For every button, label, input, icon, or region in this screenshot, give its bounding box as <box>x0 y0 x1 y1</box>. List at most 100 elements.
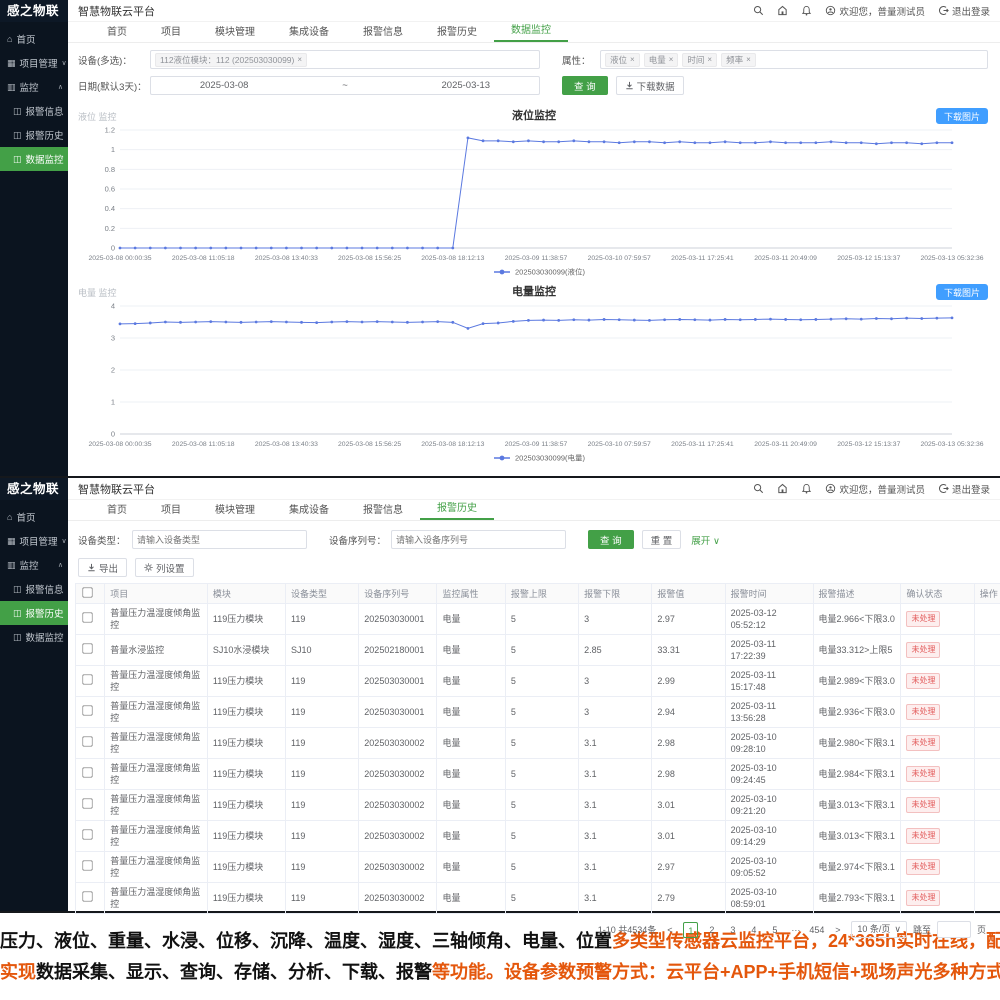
row-checkbox[interactable] <box>82 736 93 747</box>
tab-报警历史[interactable]: 报警历史 <box>420 24 494 42</box>
row-checkbox[interactable] <box>82 829 93 840</box>
row-checkbox[interactable] <box>82 643 93 654</box>
sidebar-item-alarm-info[interactable]: ◫ 报警信息 <box>0 99 68 123</box>
sidebar-item-alarm-history[interactable]: ◫ 报警历史 <box>0 601 68 625</box>
sidebar-item-label: 报警信息 <box>25 107 64 118</box>
next-page-button[interactable]: > <box>830 922 845 938</box>
page-button[interactable]: 454 <box>809 922 824 938</box>
svg-text:2025-03-11 17:25:41: 2025-03-11 17:25:41 <box>671 255 734 262</box>
tag-close-icon[interactable]: × <box>297 54 302 66</box>
attribute-multiselect[interactable]: 液位 × 电量 × 时间 × 频率 × <box>600 50 988 69</box>
row-checkbox[interactable] <box>82 860 93 871</box>
select-all-checkbox[interactable] <box>82 587 93 598</box>
main-area: 智慧物联云平台 欢迎您，普量测试员 退出登录 首页 项目 模块管理 集成设备 报警信息报… <box>68 0 1000 476</box>
row-checkbox[interactable] <box>82 798 93 809</box>
tab-数据监控[interactable]: 数据监控 <box>494 22 568 42</box>
page-button[interactable]: 3 <box>725 922 740 938</box>
tab-首页[interactable]: 首页 <box>90 24 144 42</box>
status-badge[interactable]: 未处理 <box>906 766 941 782</box>
sidebar-item-projects[interactable]: ▦ 项目管理 ∨ <box>0 51 68 75</box>
status-badge[interactable]: 未处理 <box>906 642 941 658</box>
page-size-select[interactable]: 10 条/页 ∨ <box>851 921 907 938</box>
page-button[interactable]: 1 <box>683 921 699 938</box>
tab-报警信息[interactable]: 报警信息 <box>346 24 420 42</box>
tab-集成设备[interactable]: 集成设备 <box>272 502 346 520</box>
welcome-user[interactable]: 欢迎您，普量测试员 <box>825 4 925 18</box>
status-badge[interactable]: 未处理 <box>906 673 941 689</box>
app-title: 智慧物联云平台 <box>78 5 155 18</box>
status-badge[interactable]: 未处理 <box>906 828 941 844</box>
sidebar-item-monitor[interactable]: ▥ 监控 ∧ <box>0 75 68 99</box>
cell-op <box>973 727 1000 759</box>
sidebar-item-home[interactable]: ⌂ 首页 <box>0 505 68 529</box>
sidebar-item-data-monitor[interactable]: ◫ 数据监控 <box>0 147 68 171</box>
search-icon[interactable] <box>753 483 764 494</box>
sidebar-item-alarm-history[interactable]: ◫ 报警历史 <box>0 123 68 147</box>
sidebar-item-home[interactable]: ⌂ 首页 <box>0 27 68 51</box>
cell-lower: 3.1 <box>578 758 653 790</box>
tab-模块管理[interactable]: 模块管理 <box>198 24 272 42</box>
jump-page-input[interactable] <box>936 921 971 938</box>
reset-button[interactable]: 重 置 <box>641 530 682 549</box>
logout-button[interactable]: 退出登录 <box>938 482 990 496</box>
expand-toggle[interactable]: 展开 ∨ <box>691 533 720 547</box>
chart-icon: ◫ <box>13 105 22 116</box>
sidebar-item-label: 报警历史 <box>25 609 64 620</box>
sidebar-item-monitor[interactable]: ▥ 监控 ∧ <box>0 553 68 577</box>
page-button[interactable]: 5 <box>767 922 782 938</box>
query-button[interactable]: 查 询 <box>562 76 608 95</box>
page-button[interactable]: 2 <box>704 922 719 938</box>
download-data-button[interactable]: 下载数据 <box>615 76 684 95</box>
row-checkbox[interactable] <box>82 674 93 685</box>
status-badge[interactable]: 未处理 <box>906 735 941 751</box>
tag-close-icon[interactable]: × <box>669 54 674 66</box>
row-checkbox[interactable] <box>82 891 93 902</box>
tab-项目[interactable]: 项目 <box>144 24 198 42</box>
svg-text:0: 0 <box>111 430 115 439</box>
tab-报警历史[interactable]: 报警历史 <box>420 500 494 520</box>
sidebar-item-projects[interactable]: ▦ 项目管理 ∨ <box>0 529 68 553</box>
welcome-user[interactable]: 欢迎您，普量测试员 <box>825 482 925 496</box>
row-checkbox[interactable] <box>82 612 93 623</box>
serial-input[interactable] <box>391 530 566 549</box>
query-button[interactable]: 查 询 <box>588 530 634 549</box>
sidebar-item-label: 项目管理 <box>19 59 58 70</box>
page-ellipsis: ··· <box>791 924 801 935</box>
sidebar-item-data-monitor[interactable]: ◫ 数据监控 <box>0 625 68 649</box>
status-badge[interactable]: 未处理 <box>906 890 941 906</box>
page-button[interactable]: 4 <box>746 922 761 938</box>
tag-close-icon[interactable]: × <box>707 54 712 66</box>
row-checkbox[interactable] <box>82 767 93 778</box>
download-image-button[interactable]: 下载图片 <box>935 284 988 300</box>
bell-icon[interactable] <box>801 5 812 16</box>
tab-模块管理[interactable]: 模块管理 <box>198 502 272 520</box>
tag-close-icon[interactable]: × <box>630 54 635 66</box>
tab-项目[interactable]: 项目 <box>144 502 198 520</box>
row-checkbox[interactable] <box>82 705 93 716</box>
tag-close-icon[interactable]: × <box>746 54 751 66</box>
cell-serial: 202503030002 <box>358 789 438 821</box>
building-icon[interactable] <box>777 483 788 494</box>
column-settings-button[interactable]: 列设置 <box>135 558 194 577</box>
device-multiselect[interactable]: 112液位模块：112 (202503030099) × <box>150 50 540 69</box>
status-badge[interactable]: 未处理 <box>906 704 941 720</box>
bell-icon[interactable] <box>801 483 812 494</box>
logout-button[interactable]: 退出登录 <box>938 4 990 18</box>
date-range-picker[interactable]: 2025-03-08 ~ 2025-03-13 <box>150 76 540 95</box>
device-type-input[interactable] <box>132 530 307 549</box>
cell-value: 2.97 <box>651 851 726 883</box>
search-icon[interactable] <box>753 5 764 16</box>
building-icon[interactable] <box>777 5 788 16</box>
status-badge[interactable]: 未处理 <box>906 611 941 627</box>
attribute-tag: 电量 × <box>643 52 679 67</box>
tab-首页[interactable]: 首页 <box>90 502 144 520</box>
tab-报警信息[interactable]: 报警信息 <box>346 502 420 520</box>
download-image-button[interactable]: 下载图片 <box>935 108 988 124</box>
prev-page-button[interactable]: < <box>662 922 677 938</box>
tab-集成设备[interactable]: 集成设备 <box>272 24 346 42</box>
status-badge[interactable]: 未处理 <box>906 859 941 875</box>
sidebar-item-alarm-info[interactable]: ◫ 报警信息 <box>0 577 68 601</box>
status-badge[interactable]: 未处理 <box>906 797 941 813</box>
export-button[interactable]: 导出 <box>78 558 128 577</box>
gear-icon <box>144 563 153 572</box>
